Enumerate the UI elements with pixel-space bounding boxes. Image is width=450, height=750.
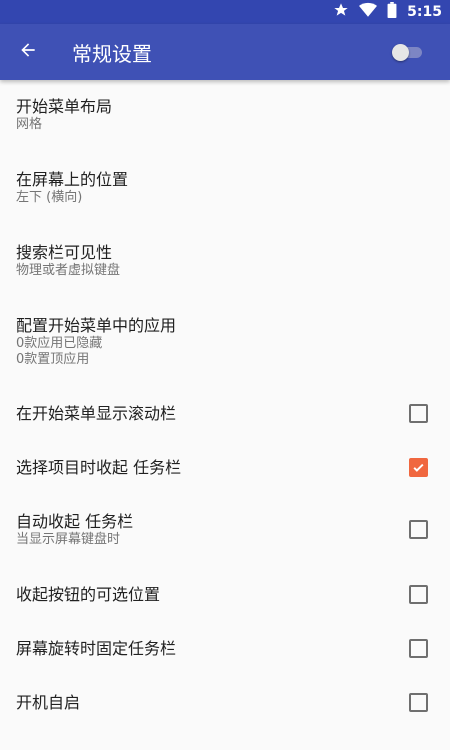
setting-collapse-button-position[interactable]: 收起按钮的可选位置 [0,568,450,622]
setting-label: 开机自启 [16,693,81,712]
setting-label: 选择项目时收起 任务栏 [16,458,182,477]
master-toggle[interactable] [392,44,422,61]
setting-summary-secondary: 0款置顶应用 [16,352,90,367]
setting-label: 配置开始菜单中的应用 [16,316,177,335]
setting-lock-on-rotation[interactable]: 屏幕旋转时固定任务栏 [0,622,450,676]
check-icon [413,463,424,472]
setting-start-on-boot[interactable]: 开机自启 [0,676,450,730]
status-bar: 5:15 [0,0,450,24]
setting-summary: 物理或者虚拟键盘 [16,263,121,278]
wifi-icon [359,2,378,22]
setting-show-scrollbar[interactable]: 在开始菜单显示滚动栏 [0,387,450,441]
settings-list: 开始菜单布局 网格 在屏幕上的位置 左下 (横向) 搜索栏可见性 物理或者虚拟键… [0,80,450,730]
setting-screen-position[interactable]: 在屏幕上的位置 左下 (横向) [0,153,450,226]
checkbox[interactable] [409,639,428,658]
checkbox[interactable] [409,404,428,423]
checkbox[interactable] [409,693,428,712]
page-title: 常规设置 [72,41,152,66]
back-button[interactable] [0,24,56,80]
battery-icon [387,2,397,22]
checkbox[interactable] [409,520,428,539]
star-icon [333,2,349,22]
setting-label: 开始菜单布局 [16,97,113,116]
app-bar: 常规设置 [0,24,450,80]
setting-summary: 左下 (横向) [16,190,83,205]
arrow-back-icon [18,40,38,64]
setting-label: 收起按钮的可选位置 [16,585,161,604]
setting-configure-apps[interactable]: 配置开始菜单中的应用 0款应用已隐藏 0款置顶应用 [0,299,450,387]
setting-start-menu-layout[interactable]: 开始菜单布局 网格 [0,80,450,153]
setting-label: 在屏幕上的位置 [16,170,129,189]
toggle-thumb [392,44,409,61]
setting-summary: 0款应用已隐藏 [16,336,103,351]
setting-search-bar-visibility[interactable]: 搜索栏可见性 物理或者虚拟键盘 [0,226,450,299]
checkbox[interactable] [409,585,428,604]
setting-summary: 当显示屏幕键盘时 [16,532,121,547]
setting-label: 搜索栏可见性 [16,243,113,262]
status-time: 5:15 [407,4,442,20]
setting-summary: 网格 [16,117,43,132]
setting-label: 自动收起 任务栏 [16,512,134,531]
setting-auto-collapse[interactable]: 自动收起 任务栏 当显示屏幕键盘时 [0,495,450,568]
setting-collapse-on-select[interactable]: 选择项目时收起 任务栏 [0,441,450,495]
setting-label: 屏幕旋转时固定任务栏 [16,639,177,658]
checkbox-checked[interactable] [409,458,428,477]
setting-label: 在开始菜单显示滚动栏 [16,404,177,423]
